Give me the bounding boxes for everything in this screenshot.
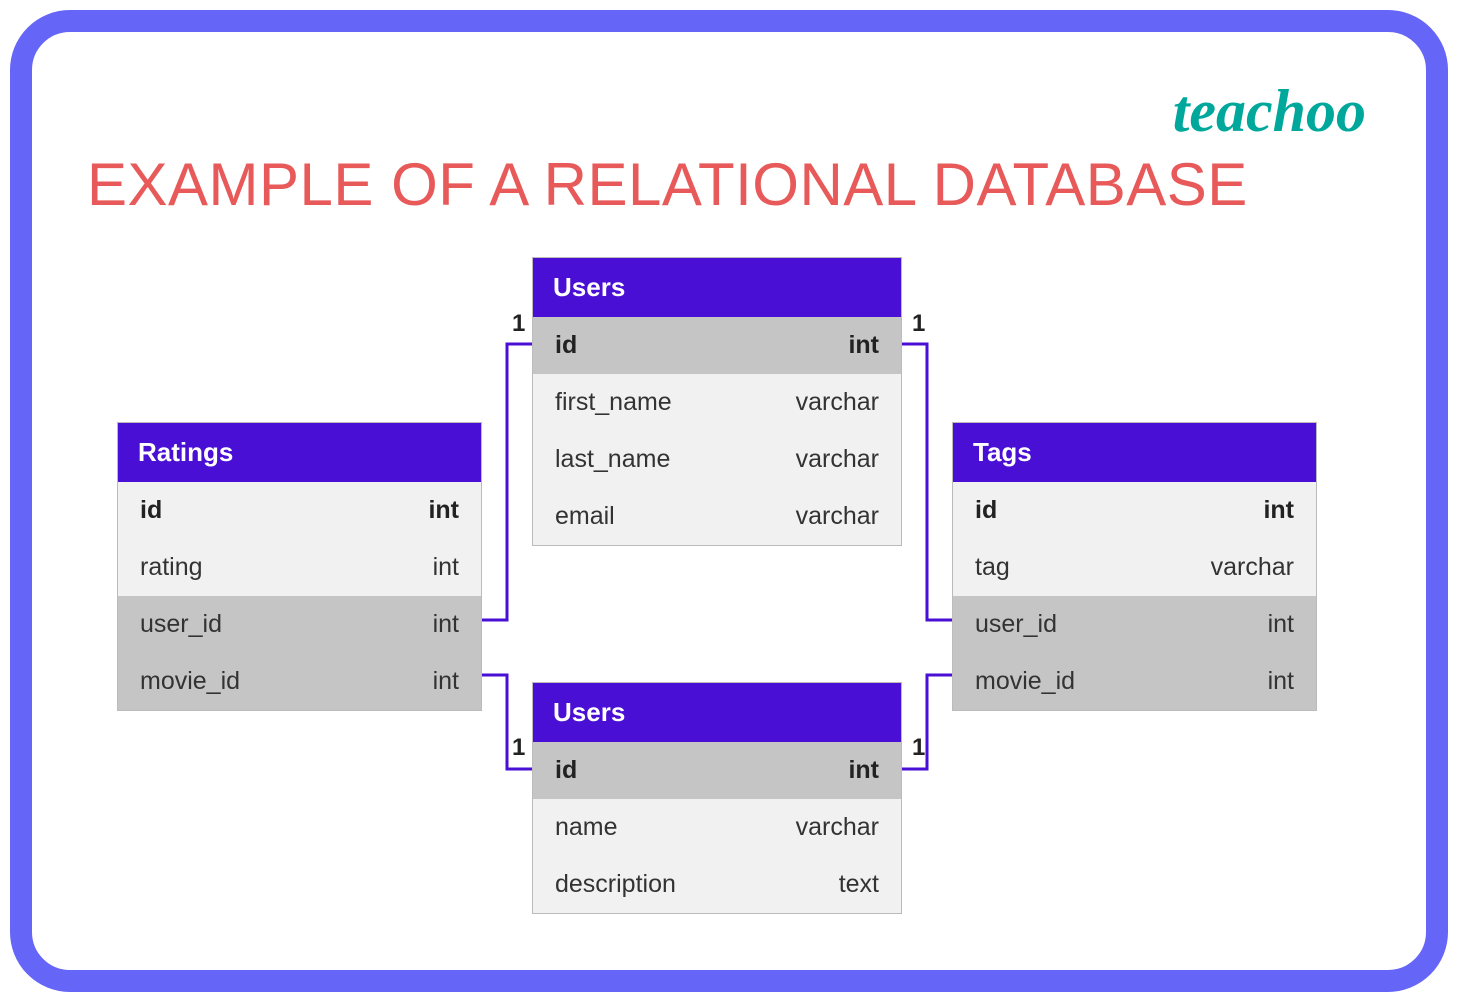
column-type: int <box>1268 667 1294 696</box>
table-users-top-header: Users <box>533 258 901 317</box>
table-row: tag varchar <box>953 539 1316 596</box>
table-row: rating int <box>118 539 481 596</box>
table-row: id int <box>953 482 1316 539</box>
column-type: int <box>1268 610 1294 639</box>
cardinality-label: 1 <box>912 734 925 762</box>
column-name: name <box>555 813 618 842</box>
column-name: id <box>975 496 997 525</box>
table-row: movie_id int <box>953 653 1316 710</box>
table-row: movie_id int <box>118 653 481 710</box>
column-name: tag <box>975 553 1010 582</box>
table-row: last_name varchar <box>533 431 901 488</box>
column-name: movie_id <box>975 667 1075 696</box>
table-users-bottom: Users id int name varchar description te… <box>532 682 902 914</box>
table-row: first_name varchar <box>533 374 901 431</box>
table-row: id int <box>533 742 901 799</box>
column-type: int <box>848 756 879 785</box>
diagram-area: Ratings id int rating int user_id int mo… <box>32 32 1426 970</box>
column-type: varchar <box>796 445 879 474</box>
column-type: int <box>1263 496 1294 525</box>
table-ratings: Ratings id int rating int user_id int mo… <box>117 422 482 711</box>
table-tags-header: Tags <box>953 423 1316 482</box>
table-row: name varchar <box>533 799 901 856</box>
table-row: description text <box>533 856 901 913</box>
cardinality-label: 1 <box>912 310 925 338</box>
table-row: id int <box>118 482 481 539</box>
column-name: user_id <box>975 610 1057 639</box>
column-type: varchar <box>1211 553 1294 582</box>
column-type: int <box>848 331 879 360</box>
column-name: rating <box>140 553 203 582</box>
cardinality-label: 1 <box>512 734 525 762</box>
table-users-bottom-header: Users <box>533 683 901 742</box>
table-row: id int <box>533 317 901 374</box>
column-type: varchar <box>796 502 879 531</box>
table-users-top: Users id int first_name varchar last_nam… <box>532 257 902 546</box>
table-row: user_id int <box>118 596 481 653</box>
column-name: email <box>555 502 615 531</box>
table-ratings-header: Ratings <box>118 423 481 482</box>
column-type: varchar <box>796 813 879 842</box>
outer-frame: teachoo EXAMPLE OF A RELATIONAL DATABASE… <box>10 10 1448 992</box>
column-type: text <box>839 870 879 899</box>
column-name: first_name <box>555 388 672 417</box>
cardinality-label: 1 <box>512 310 525 338</box>
column-type: int <box>428 496 459 525</box>
column-name: id <box>555 331 577 360</box>
column-type: int <box>433 610 459 639</box>
column-name: id <box>555 756 577 785</box>
column-type: int <box>433 667 459 696</box>
column-name: last_name <box>555 445 670 474</box>
column-name: id <box>140 496 162 525</box>
column-type: int <box>433 553 459 582</box>
column-name: user_id <box>140 610 222 639</box>
table-row: email varchar <box>533 488 901 545</box>
column-name: movie_id <box>140 667 240 696</box>
table-tags: Tags id int tag varchar user_id int movi… <box>952 422 1317 711</box>
column-name: description <box>555 870 676 899</box>
column-type: varchar <box>796 388 879 417</box>
table-row: user_id int <box>953 596 1316 653</box>
